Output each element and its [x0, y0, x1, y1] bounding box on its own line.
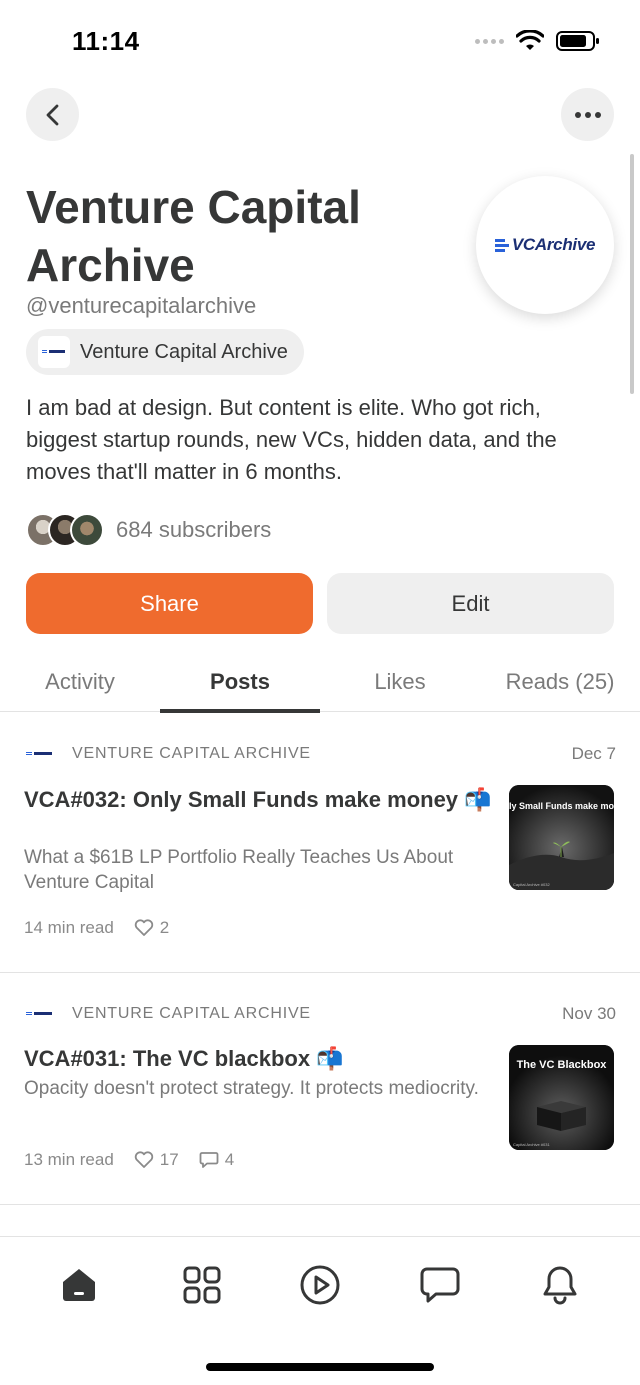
- comment-button[interactable]: 4: [199, 1150, 234, 1170]
- publication-chip-label: Venture Capital Archive: [80, 340, 288, 363]
- logo-text: VCArchive: [511, 235, 596, 254]
- post-item[interactable]: VENTURE CAPITAL ARCHIVE Dec 7 VCA#032: O…: [0, 713, 640, 973]
- bell-icon: [543, 1266, 577, 1305]
- signal-icon: [475, 38, 504, 44]
- status-bar: 11:14: [0, 0, 640, 80]
- tab-posts[interactable]: Posts: [160, 652, 320, 713]
- tab-reads[interactable]: Reads (25): [480, 652, 640, 712]
- post-publication-name[interactable]: VENTURE CAPITAL ARCHIVE: [72, 745, 311, 763]
- post-item[interactable]: VENTURE CAPITAL ARCHIVE Nov 30 VCA#031: …: [0, 973, 640, 1205]
- post-meta: VENTURE CAPITAL ARCHIVE Nov 30: [24, 1002, 616, 1026]
- publication-chip[interactable]: Venture Capital Archive: [26, 329, 304, 375]
- publication-logo-icon: [38, 336, 70, 368]
- thumbnail-caption: ly Small Funds make mor: [509, 801, 614, 811]
- post-subtitle: Opacity doesn't protect strategy. It pro…: [24, 1078, 479, 1099]
- grid-icon: [183, 1266, 221, 1304]
- post-thumbnail[interactable]: The VC Blackbox Capital Archive #031: [509, 1045, 614, 1150]
- chat-icon: [420, 1267, 460, 1303]
- thumbnail-caption: The VC Blackbox: [516, 1059, 607, 1071]
- like-button[interactable]: 17: [134, 1150, 179, 1170]
- profile-title: Venture Capital Archive: [26, 181, 361, 291]
- post-stats: 14 min read 2: [24, 918, 169, 938]
- status-time: 11:14: [72, 26, 140, 56]
- like-count: 17: [159, 1150, 179, 1169]
- tab-activity[interactable]: Activity: [0, 652, 160, 712]
- profile-handle: @venturecapitalarchive: [26, 293, 257, 318]
- tab-likes[interactable]: Likes: [320, 652, 480, 712]
- read-time: 14 min read: [24, 918, 114, 937]
- nav-video[interactable]: [298, 1263, 342, 1307]
- like-count: 2: [159, 918, 170, 937]
- edit-button[interactable]: Edit: [327, 573, 614, 634]
- post-subtitle: What a $61B LP Portfolio Really Teaches …: [24, 847, 454, 893]
- nav-chat[interactable]: [418, 1263, 462, 1307]
- post-thumbnail[interactable]: ly Small Funds make mor Capital Archive …: [509, 785, 614, 890]
- more-icon: [574, 111, 601, 118]
- comment-count: 4: [224, 1150, 235, 1169]
- read-time: 13 min read: [24, 1150, 114, 1169]
- subscribers-row[interactable]: 684 subscribers: [26, 512, 271, 548]
- heart-icon: [134, 919, 153, 936]
- post-title[interactable]: VCA#031: The VC blackbox 📬: [24, 1044, 494, 1074]
- heart-icon: [134, 1151, 153, 1168]
- top-nav: [0, 84, 640, 144]
- subscriber-avatars: [26, 513, 104, 547]
- profile-tabs: Activity Posts Likes Reads (25): [0, 652, 640, 713]
- post-title[interactable]: VCA#032: Only Small Funds make money 📬: [24, 785, 494, 815]
- subscribers-count: 684 subscribers: [116, 517, 272, 542]
- publication-mini-logo-icon: [24, 748, 54, 760]
- back-button[interactable]: [26, 88, 79, 141]
- comment-icon: [199, 1152, 219, 1168]
- wifi-icon: [516, 30, 544, 50]
- nav-notifications[interactable]: [538, 1263, 582, 1307]
- back-icon: [46, 104, 58, 125]
- profile-bio: I am bad at design. But content is elite…: [26, 395, 557, 484]
- nav-home[interactable]: [57, 1263, 101, 1307]
- post-stats: 13 min read 17 4: [24, 1150, 234, 1170]
- post-publication-name[interactable]: VENTURE CAPITAL ARCHIVE: [72, 1005, 311, 1023]
- battery-icon: [556, 31, 599, 51]
- post-meta: VENTURE CAPITAL ARCHIVE Dec 7: [24, 742, 616, 766]
- avatar: [70, 513, 104, 547]
- home-indicator[interactable]: [206, 1363, 434, 1371]
- publication-avatar[interactable]: VCArchive: [476, 176, 614, 314]
- vcarchive-logo: VCArchive: [494, 235, 596, 255]
- scrollbar[interactable]: [630, 154, 634, 394]
- play-icon: [300, 1265, 340, 1305]
- status-icons: [475, 30, 600, 52]
- thumbnail-footer: Capital Archive #032: [513, 882, 550, 887]
- home-icon: [63, 1269, 95, 1301]
- share-button[interactable]: Share: [26, 573, 313, 634]
- thumbnail-footer: Capital Archive #031: [513, 1142, 550, 1147]
- publication-mini-logo-icon: [24, 1008, 54, 1020]
- post-date: Dec 7: [571, 744, 616, 763]
- like-button[interactable]: 2: [134, 918, 169, 938]
- post-date: Nov 30: [562, 1004, 616, 1023]
- more-button[interactable]: [561, 88, 614, 141]
- nav-explore[interactable]: [180, 1263, 224, 1307]
